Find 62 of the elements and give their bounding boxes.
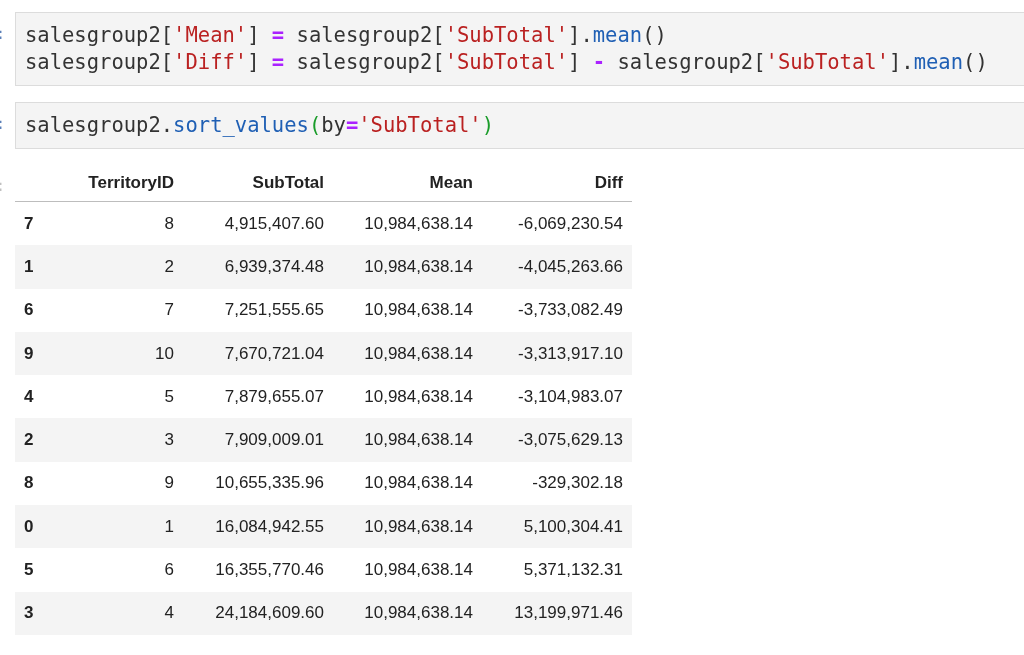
row-index: 1	[15, 245, 73, 289]
table-cell: 10,984,638.14	[333, 418, 482, 462]
cell-prompt: :	[0, 114, 7, 135]
cell-prompt: :	[0, 24, 7, 45]
table-cell: 6	[73, 548, 183, 592]
table-cell: 10,655,335.96	[183, 461, 333, 506]
column-header: TerritoryID	[73, 165, 183, 202]
table-cell: 10,984,638.14	[333, 591, 482, 635]
table-cell: 6,939,374.48	[183, 245, 333, 289]
table-cell: 10,984,638.14	[333, 548, 482, 592]
code-input[interactable]: salesgroup2['Mean'] = salesgroup2['SubTotal'].mean() salesgroup2['Diff'] = salesgroup2['SubTotal'] - salesgroup2['SubTotal'].mean()	[15, 12, 1024, 86]
table-cell: 10,984,638.14	[333, 288, 482, 332]
row-index: 8	[15, 461, 73, 506]
table-cell: 4,915,407.60	[183, 201, 333, 246]
code-line: salesgroup2['Mean'] = salesgroup2['SubTotal'].mean()	[25, 22, 668, 49]
code-line: salesgroup2['Diff'] = salesgroup2['SubTotal'] - salesgroup2['SubTotal'].mean()	[25, 49, 989, 76]
table-cell: 10,984,638.14	[333, 461, 482, 506]
column-header: SubTotal	[183, 165, 333, 202]
table-cell: -3,075,629.13	[482, 418, 632, 462]
table-cell: 10,984,638.14	[333, 245, 482, 289]
table-cell: 16,355,770.46	[183, 548, 333, 592]
table-cell: 16,084,942.55	[183, 505, 333, 549]
column-header: Diff	[482, 165, 632, 202]
table-cell: -3,313,917.10	[482, 331, 632, 376]
row-index: 4	[15, 375, 73, 419]
table-cell: 7,879,655.07	[183, 375, 333, 419]
table-cell: -4,045,263.66	[482, 245, 632, 289]
table-cell: 10,984,638.14	[333, 375, 482, 419]
table-cell: 7,251,555.65	[183, 288, 333, 332]
table-cell: 7,909,009.01	[183, 418, 333, 462]
table-cell: 5	[73, 375, 183, 419]
code-input[interactable]: salesgroup2.sort_values(by='SubTotal')	[15, 102, 1024, 149]
table-cell: 10,984,638.14	[333, 331, 482, 376]
table-cell: 10,984,638.14	[333, 201, 482, 246]
table-cell: 24,184,609.60	[183, 591, 333, 635]
table-cell: 4	[73, 591, 183, 635]
row-index: 2	[15, 418, 73, 462]
table-cell: 1	[73, 505, 183, 549]
row-index: 6	[15, 288, 73, 332]
table-cell: 5,100,304.41	[482, 505, 632, 549]
row-index: 0	[15, 505, 73, 549]
row-index: 9	[15, 331, 73, 376]
table-cell: 7,670,721.04	[183, 331, 333, 376]
cell-prompt: :	[0, 176, 7, 197]
table-cell: -6,069,230.54	[482, 201, 632, 246]
table-cell: -3,733,082.49	[482, 288, 632, 332]
table-cell: 5,371,132.31	[482, 548, 632, 592]
table-cell: 8	[73, 201, 183, 246]
row-index: 3	[15, 591, 73, 635]
table-cell: 10	[73, 331, 183, 376]
table-cell: 7	[73, 288, 183, 332]
table-cell: 3	[73, 418, 183, 462]
table-cell: 2	[73, 245, 183, 289]
table-cell: 13,199,971.46	[482, 591, 632, 635]
table-cell: 10,984,638.14	[333, 505, 482, 549]
code-line: salesgroup2.sort_values(by='SubTotal')	[25, 112, 495, 139]
row-index: 5	[15, 548, 73, 592]
row-index: 7	[15, 201, 73, 246]
column-header: Mean	[333, 165, 482, 202]
table-cell: -3,104,983.07	[482, 375, 632, 419]
table-cell: 9	[73, 461, 183, 506]
table-cell: -329,302.18	[482, 461, 632, 506]
